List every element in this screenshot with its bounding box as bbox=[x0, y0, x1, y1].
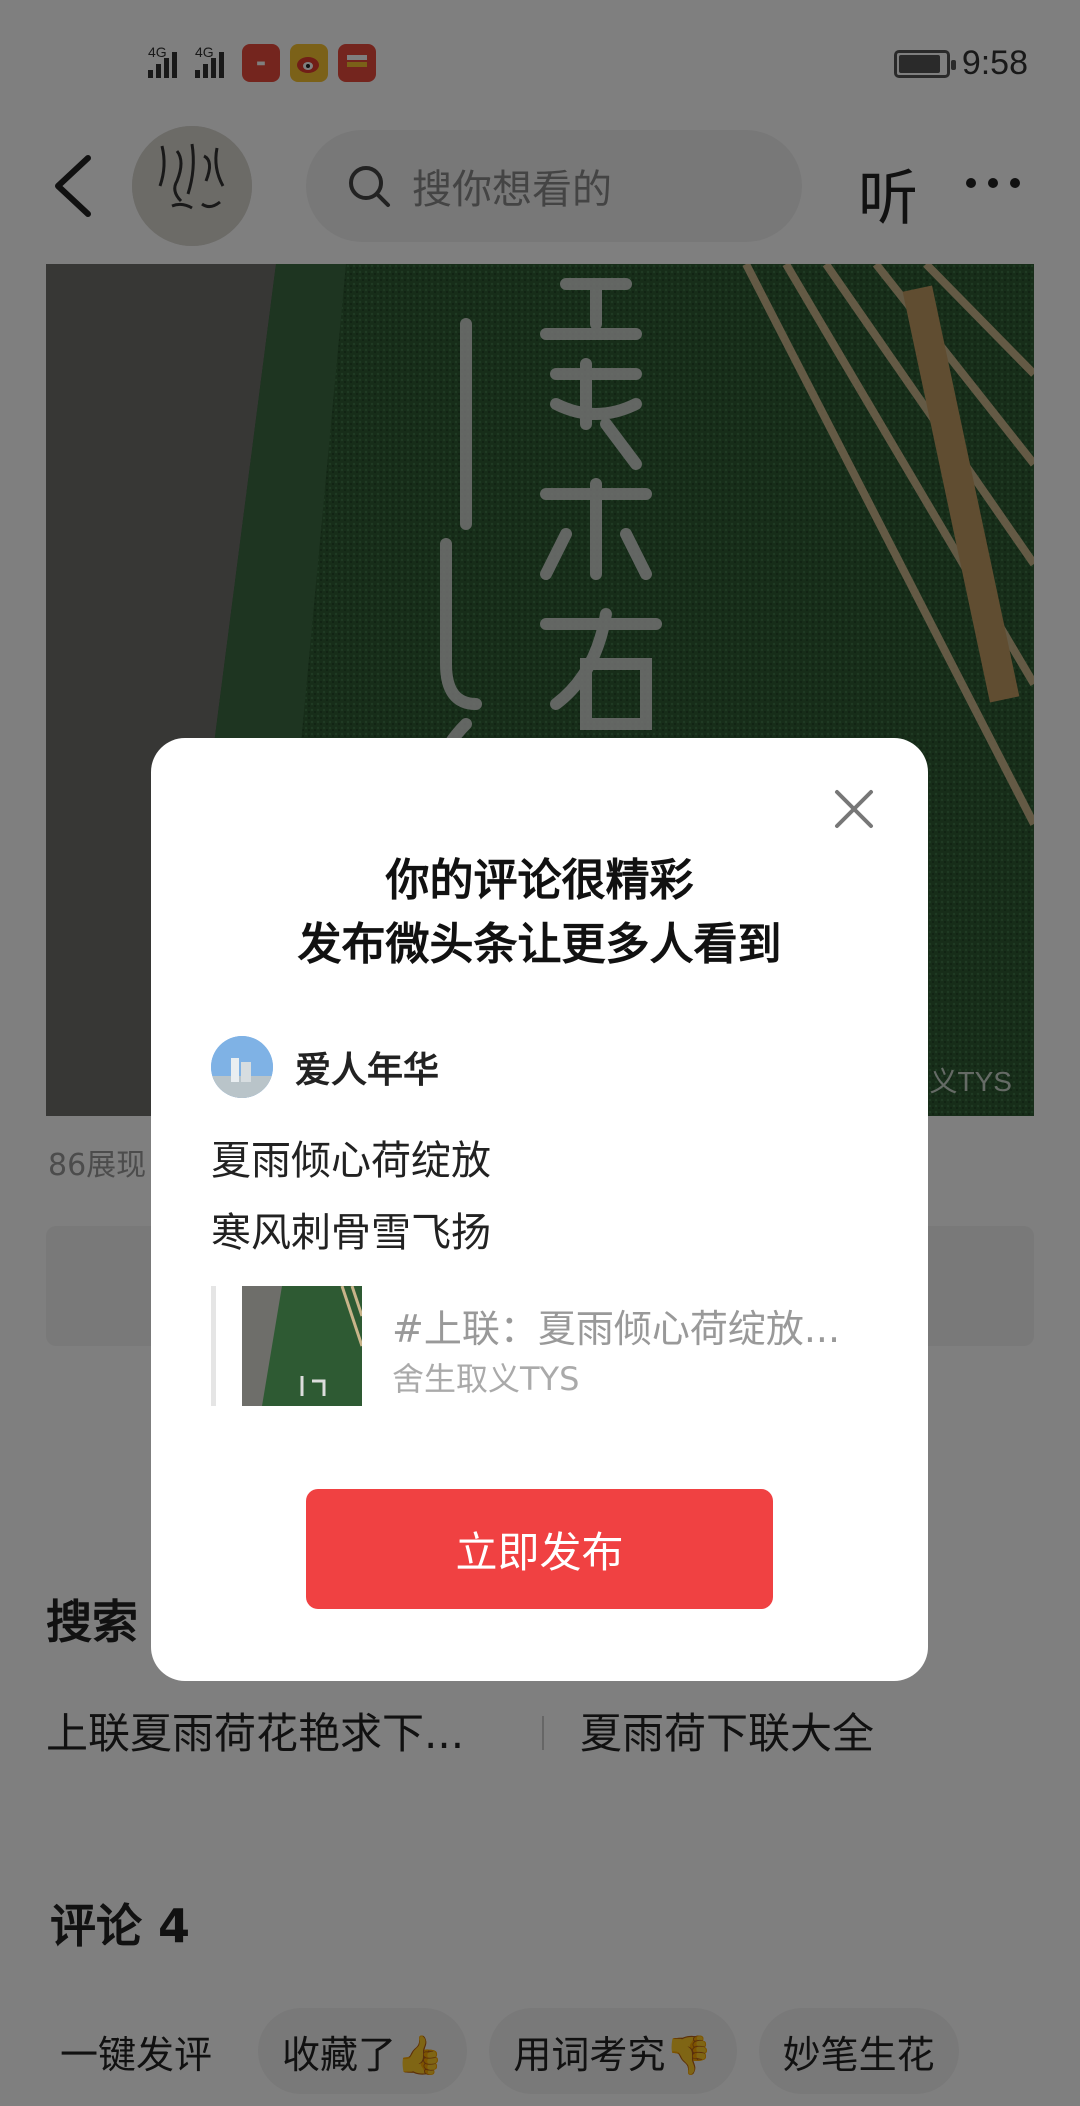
user-name: 爱人年华 bbox=[295, 1050, 440, 1091]
publish-button[interactable]: 立即发布 bbox=[306, 1489, 773, 1609]
comment-line-2: 寒风刺骨雪飞扬 bbox=[211, 1210, 491, 1256]
dialog-title-line-2: 发布微头条让更多人看到 bbox=[297, 919, 782, 970]
publish-dialog: 你的评论很精彩 发布微头条让更多人看到 爱人年华 夏雨倾心荷绽放 寒风刺骨雪飞扬… bbox=[151, 738, 928, 1681]
comment-author-row: 爱人年华 bbox=[211, 1036, 439, 1098]
quoted-article: #上联：夏雨倾心荷绽放... 舍生取义TYS bbox=[211, 1286, 871, 1406]
quoted-article-title: #上联：夏雨倾心荷绽放... bbox=[392, 1307, 841, 1351]
comment-line-1: 夏雨倾心荷绽放 bbox=[211, 1138, 491, 1184]
quoted-article-thumbnail bbox=[242, 1286, 362, 1406]
close-icon[interactable] bbox=[833, 788, 875, 830]
user-avatar bbox=[211, 1036, 273, 1098]
dialog-title-line-1: 你的评论很精彩 bbox=[385, 855, 694, 906]
quoted-article-author: 舍生取义TYS bbox=[392, 1360, 580, 1398]
